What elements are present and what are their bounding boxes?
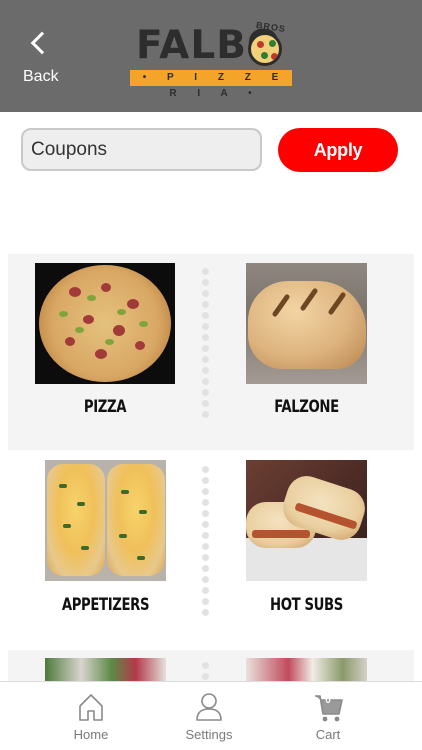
- category-tile-salad[interactable]: [45, 658, 166, 681]
- category-tile-hot-subs[interactable]: HOT SUBS: [246, 460, 367, 620]
- appetizers-image: [45, 460, 166, 581]
- category-row: PIZZA FALZONE: [8, 254, 414, 450]
- dessert-image: [246, 658, 367, 681]
- cart-count: 0: [325, 695, 331, 706]
- user-icon: [196, 693, 222, 721]
- row-divider: [202, 268, 210, 422]
- category-tile-appetizers[interactable]: APPETIZERS: [45, 460, 166, 620]
- category-label: HOT SUBS: [270, 595, 343, 615]
- tab-home[interactable]: Home: [41, 682, 141, 750]
- home-icon: [79, 694, 103, 721]
- pizza-image: [35, 263, 175, 384]
- back-button[interactable]: Back: [18, 30, 68, 90]
- category-row: [8, 650, 414, 681]
- salad-image: [45, 658, 166, 681]
- tab-cart[interactable]: 0 Cart: [278, 682, 378, 750]
- category-tile-pizza[interactable]: PIZZA: [35, 263, 175, 423]
- bottom-tab-bar: Home Settings 0 Cart: [0, 681, 422, 750]
- category-row: APPETIZERS HOT SUBS: [8, 452, 414, 648]
- row-divider: [202, 466, 210, 620]
- category-label: PIZZA: [83, 397, 127, 417]
- falbo-logo: FALBO BROS • P I Z Z E R I A •: [130, 20, 292, 99]
- tab-settings[interactable]: Settings: [159, 682, 259, 750]
- falzone-image: [246, 263, 367, 384]
- tab-cart-label: Cart: [315, 727, 341, 742]
- apply-button[interactable]: Apply: [278, 128, 398, 172]
- row-divider: [202, 662, 210, 681]
- app-header: Back FALBO BROS • P I Z Z E R I A •: [0, 0, 422, 112]
- category-tile-dessert[interactable]: [246, 658, 367, 681]
- category-tile-falzone[interactable]: FALZONE: [246, 263, 367, 423]
- tab-settings-label: Settings: [185, 727, 233, 742]
- logo-tagline: • P I Z Z E R I A •: [130, 70, 292, 99]
- category-label: APPETIZERS: [61, 595, 150, 615]
- category-label: FALZONE: [274, 397, 339, 417]
- logo-pizza-graphic: [248, 32, 282, 66]
- tab-home-label: Home: [73, 727, 109, 742]
- chevron-left-icon: [30, 31, 54, 55]
- coupon-input[interactable]: [21, 128, 262, 171]
- hot-subs-image: [246, 460, 367, 581]
- back-label: Back: [23, 68, 59, 85]
